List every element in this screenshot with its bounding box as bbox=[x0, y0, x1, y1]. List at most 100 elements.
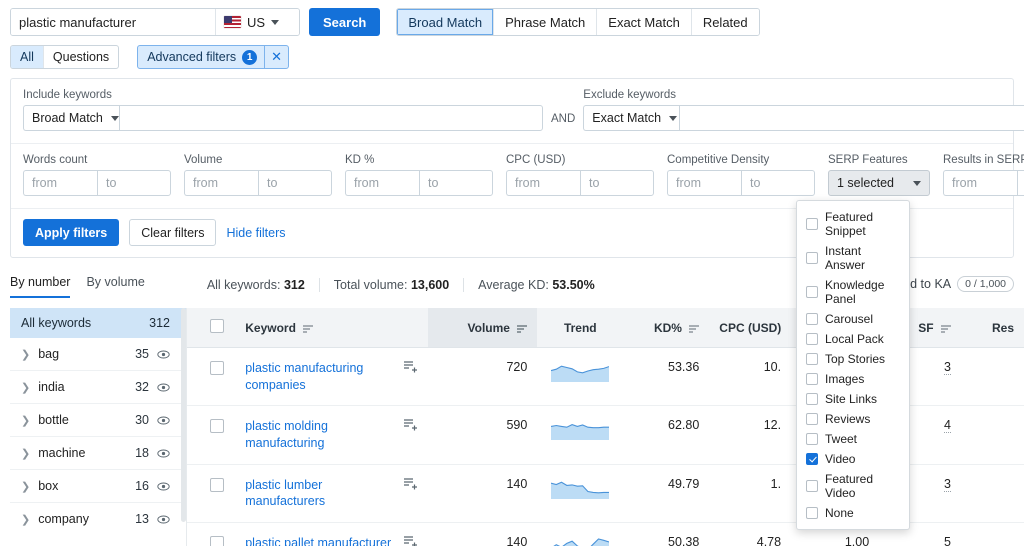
serp-option-reviews[interactable]: Reviews bbox=[797, 409, 909, 429]
row-select-cell bbox=[187, 347, 236, 407]
column-header-keyword[interactable]: Keyword bbox=[235, 308, 429, 348]
keyword-link[interactable]: plastic lumber manufacturers bbox=[245, 477, 396, 510]
results-in-serp-from[interactable] bbox=[943, 170, 1017, 196]
keyword-link[interactable]: plastic manufacturing companies bbox=[245, 360, 396, 393]
hide-filters-link[interactable]: Hide filters bbox=[226, 226, 285, 240]
row-checkbox[interactable] bbox=[210, 361, 225, 375]
kd-from[interactable] bbox=[345, 170, 419, 196]
apply-filters-button[interactable]: Apply filters bbox=[23, 219, 120, 246]
row-keyword-cell: plastic molding manufacturing bbox=[235, 405, 429, 465]
results-in-serp-to[interactable] bbox=[1017, 170, 1024, 196]
checkbox[interactable] bbox=[806, 480, 818, 492]
words-count-from[interactable] bbox=[23, 170, 97, 196]
eye-icon[interactable] bbox=[157, 513, 170, 526]
country-select[interactable]: US bbox=[215, 9, 299, 35]
words-count-to[interactable] bbox=[97, 170, 171, 196]
tab-by-number[interactable]: By number bbox=[10, 275, 71, 298]
advanced-filters-chip[interactable]: Advanced filters 1 ✕ bbox=[137, 45, 290, 69]
checkbox[interactable] bbox=[806, 433, 818, 445]
sf-value[interactable]: 3 bbox=[944, 360, 951, 375]
kd-to[interactable] bbox=[419, 170, 493, 196]
checkbox[interactable] bbox=[806, 333, 818, 345]
sidebar-item-box[interactable]: ❯ box 16 bbox=[10, 470, 186, 503]
volume-to[interactable] bbox=[258, 170, 332, 196]
competitive-density-from[interactable] bbox=[667, 170, 741, 196]
sf-value[interactable]: 5 bbox=[944, 534, 951, 546]
sidebar-item-machine[interactable]: ❯ machine 18 bbox=[10, 437, 186, 470]
segment-all[interactable]: All bbox=[11, 46, 44, 68]
checkbox[interactable] bbox=[806, 286, 818, 298]
row-checkbox[interactable] bbox=[210, 535, 225, 546]
serp-option-featured-snippet[interactable]: Featured Snippet bbox=[797, 207, 909, 241]
cpc-from[interactable] bbox=[506, 170, 580, 196]
segment-questions[interactable]: Questions bbox=[44, 46, 118, 68]
sidebar-item-bottle[interactable]: ❯ bottle 30 bbox=[10, 404, 186, 437]
tab-exact-match[interactable]: Exact Match bbox=[597, 9, 692, 35]
tab-broad-match[interactable]: Broad Match bbox=[397, 9, 495, 35]
exclude-keywords-input[interactable] bbox=[679, 105, 1024, 131]
checkbox[interactable] bbox=[806, 353, 818, 365]
eye-icon[interactable] bbox=[157, 414, 170, 427]
competitive-density-to[interactable] bbox=[741, 170, 815, 196]
sf-value[interactable]: 4 bbox=[944, 418, 951, 434]
serp-option-video[interactable]: Video bbox=[797, 449, 909, 469]
sidebar-item-company[interactable]: ❯ company 13 bbox=[10, 503, 186, 535]
select-all-checkbox[interactable] bbox=[210, 319, 225, 333]
sidebar-item-bag[interactable]: ❯ bag 35 bbox=[10, 338, 186, 371]
serp-option-instant-answer[interactable]: Instant Answer bbox=[797, 241, 909, 275]
serp-option-images[interactable]: Images bbox=[797, 369, 909, 389]
serp-option-featured-video[interactable]: Featured Video bbox=[797, 469, 909, 503]
serp-option-tweet[interactable]: Tweet bbox=[797, 429, 909, 449]
include-keywords-input[interactable] bbox=[119, 105, 543, 131]
checkbox[interactable] bbox=[806, 507, 818, 519]
add-keyword-icon[interactable] bbox=[404, 361, 418, 373]
keyword-link[interactable]: plastic pallet manufacturer bbox=[245, 535, 391, 546]
serp-option-top-stories[interactable]: Top Stories bbox=[797, 349, 909, 369]
checkbox[interactable] bbox=[806, 218, 818, 230]
volume-from[interactable] bbox=[184, 170, 258, 196]
checkbox-checked[interactable] bbox=[806, 453, 818, 465]
serp-option-carousel[interactable]: Carousel bbox=[797, 309, 909, 329]
serp-option-site-links[interactable]: Site Links bbox=[797, 389, 909, 409]
serp-option-label: Site Links bbox=[825, 392, 878, 406]
serp-features-select[interactable]: 1 selected bbox=[828, 170, 930, 196]
add-keyword-icon[interactable] bbox=[404, 477, 418, 490]
checkbox[interactable] bbox=[806, 373, 818, 385]
row-checkbox[interactable] bbox=[210, 477, 225, 492]
sf-value[interactable]: 3 bbox=[944, 476, 951, 492]
checkbox[interactable] bbox=[806, 393, 818, 405]
column-header-volume[interactable]: Volume bbox=[428, 308, 538, 348]
serp-option-local-pack[interactable]: Local Pack bbox=[797, 329, 909, 349]
sidebar-item-india[interactable]: ❯ india 32 bbox=[10, 371, 186, 404]
serp-option-knowledge-panel[interactable]: Knowledge Panel bbox=[797, 275, 909, 309]
eye-icon[interactable] bbox=[157, 447, 170, 460]
eye-icon[interactable] bbox=[157, 348, 170, 361]
tab-related[interactable]: Related bbox=[691, 9, 759, 35]
checkbox[interactable] bbox=[806, 413, 818, 425]
column-header-cpc[interactable]: CPC (USD) bbox=[709, 308, 792, 348]
sidebar-scrollbar[interactable] bbox=[181, 308, 186, 522]
column-header-results[interactable]: Res bbox=[960, 308, 1024, 348]
serp-option-none[interactable]: None bbox=[797, 503, 909, 523]
include-match-select[interactable]: Broad Match bbox=[23, 105, 119, 131]
close-icon[interactable]: ✕ bbox=[264, 46, 288, 68]
tab-phrase-match[interactable]: Phrase Match bbox=[494, 9, 598, 35]
keyword-groups-sidebar: All keywords 312 ❯ bag 35 ❯ india 32 ❯ b… bbox=[10, 308, 186, 546]
clear-filters-button[interactable]: Clear filters bbox=[129, 219, 217, 246]
add-keyword-icon[interactable] bbox=[404, 419, 418, 431]
checkbox[interactable] bbox=[806, 313, 818, 325]
row-checkbox[interactable] bbox=[210, 419, 225, 434]
sidebar-item-all-keywords[interactable]: All keywords 312 bbox=[10, 308, 186, 338]
keyword-link[interactable]: plastic molding manufacturing bbox=[245, 418, 396, 451]
eye-icon[interactable] bbox=[157, 381, 170, 394]
exclude-match-select[interactable]: Exact Match bbox=[583, 105, 680, 131]
cpc-to[interactable] bbox=[580, 170, 654, 196]
tab-by-volume[interactable]: By volume bbox=[86, 275, 144, 298]
search-input[interactable] bbox=[11, 9, 215, 35]
column-header-kd[interactable]: KD% bbox=[623, 308, 710, 348]
search-button[interactable]: Search bbox=[309, 8, 381, 36]
checkbox[interactable] bbox=[806, 252, 818, 264]
kd-range bbox=[345, 170, 493, 196]
eye-icon[interactable] bbox=[157, 480, 170, 493]
add-keyword-icon[interactable] bbox=[404, 536, 418, 546]
